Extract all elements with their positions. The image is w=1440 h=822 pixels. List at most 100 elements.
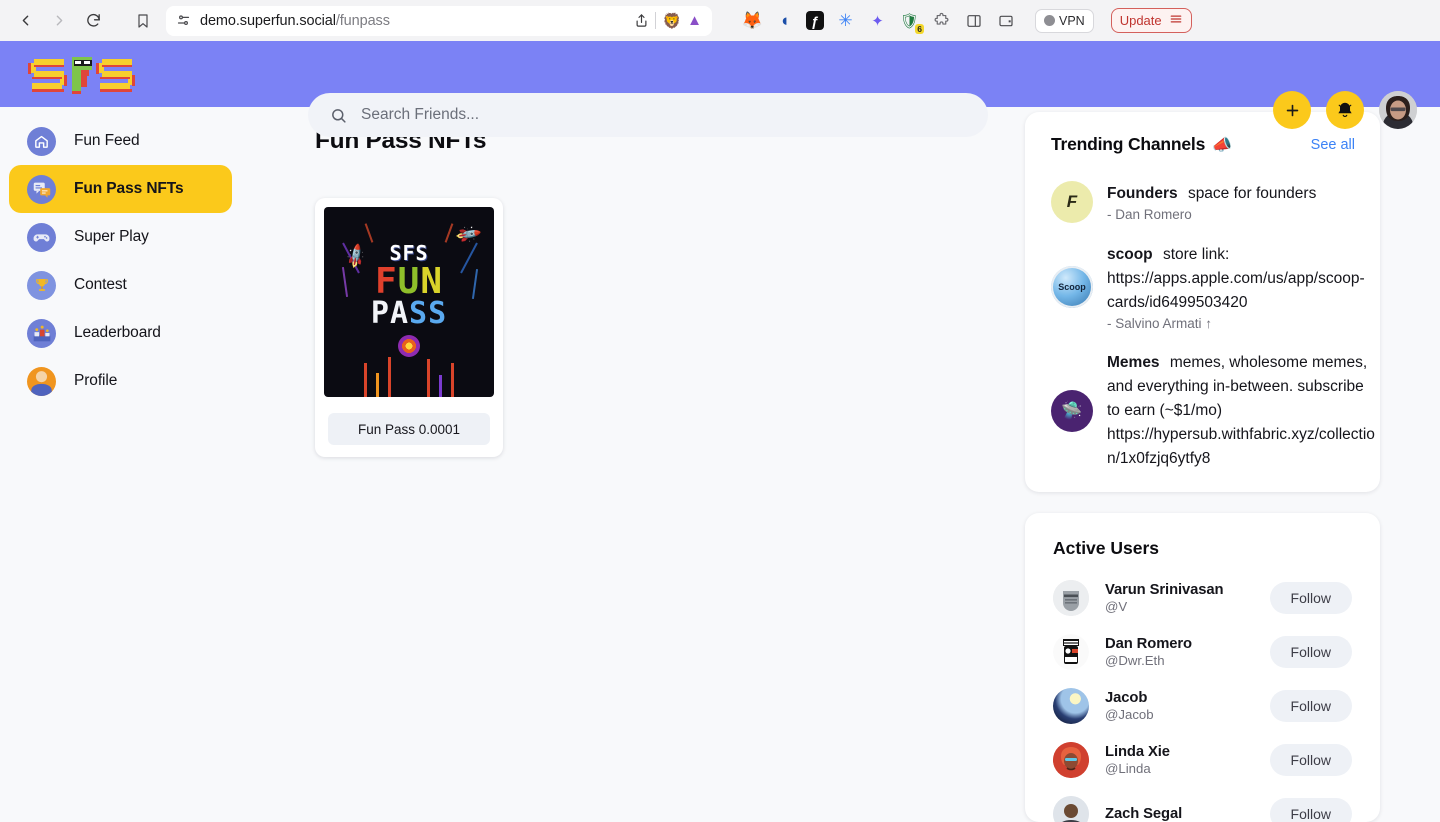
sidebar-item-fun-feed[interactable]: Fun Feed: [9, 117, 232, 165]
follow-button[interactable]: Follow: [1269, 636, 1352, 668]
update-label: Update: [1119, 13, 1162, 28]
puzzle-extensions-icon[interactable]: [931, 10, 952, 31]
sidebar-item-label: Fun Pass NFTs: [74, 180, 184, 197]
notifications-button[interactable]: [1326, 91, 1364, 129]
nft-art-top: SFS: [389, 241, 429, 266]
header-actions: [1273, 91, 1417, 129]
browser-toolbar: demo.superfun.social/funpass 🦁 ▲ 🦊 ◖ ƒ ✳…: [0, 0, 1440, 41]
metamask-icon[interactable]: 🦊: [742, 10, 763, 31]
sidebar-toggle-icon[interactable]: [963, 10, 984, 31]
channel-avatar-letter: 🛸: [1061, 401, 1083, 420]
sidebar-item-fun-pass-nfts[interactable]: Fun Pass NFTs: [9, 165, 232, 213]
user-info: Varun Srinivasan @V: [1105, 582, 1224, 614]
rocket-right-icon: 🚀: [453, 220, 482, 249]
user-row[interactable]: Jacob @Jacob Follow: [1025, 679, 1380, 733]
user-row[interactable]: Varun Srinivasan @V Follow: [1025, 571, 1380, 625]
vpn-button[interactable]: VPN: [1035, 8, 1094, 33]
sfs-logo[interactable]: [28, 51, 138, 97]
sidebar-item-contest[interactable]: Contest: [9, 261, 232, 309]
see-all-link[interactable]: See all: [1311, 137, 1355, 153]
user-list: Varun Srinivasan @V Follow Dan Romero @D…: [1025, 559, 1380, 822]
hamburger-menu-icon[interactable]: [1169, 12, 1183, 29]
sparkles-extension-icon[interactable]: ✦: [867, 10, 888, 31]
user-handle: @V: [1105, 599, 1128, 614]
frame-wallet-icon[interactable]: ƒ: [806, 11, 824, 30]
trending-channels-title: Trending Channels 📣: [1051, 134, 1232, 155]
share-icon[interactable]: [634, 13, 649, 28]
sidebar: Fun Feed Fun Pass NFTs Super Play Contes…: [0, 107, 250, 822]
channel-avatar-letter: F: [1066, 192, 1078, 211]
gamepad-icon: [27, 222, 56, 252]
channel-description: space for founders: [1187, 185, 1317, 202]
app-body: Fun Feed Fun Pass NFTs Super Play Contes…: [0, 107, 1440, 822]
nft-buy-button[interactable]: Fun Pass 0.0001: [328, 413, 490, 445]
megaphone-icon: 📣: [1212, 136, 1232, 154]
forward-arrow-icon[interactable]: [44, 6, 74, 36]
search-input[interactable]: Search Friends...: [308, 93, 988, 137]
user-row[interactable]: Dan Romero @Dwr.Eth Follow: [1025, 625, 1380, 679]
follow-button[interactable]: Follow: [1269, 744, 1352, 776]
user-info: Jacob @Jacob: [1105, 690, 1154, 722]
password-manager-icon[interactable]: 🛡 6: [899, 10, 924, 34]
follow-button[interactable]: Follow: [1269, 798, 1352, 822]
channel-text: Memes memes, wholesome memes, and everyt…: [1107, 351, 1380, 471]
memes-channel-avatar: 🛸: [1051, 390, 1093, 432]
follow-button[interactable]: Follow: [1269, 690, 1352, 722]
brave-shields-icon[interactable]: 🦁: [662, 12, 681, 30]
user-name: Linda Xie: [1105, 744, 1170, 760]
wallet-card-icon[interactable]: [995, 10, 1016, 31]
active-users-panel: Active Users Varun Srinivasan @V Follow …: [1025, 513, 1380, 822]
channel-list: F Founders space for founders - Dan Rome…: [1025, 155, 1380, 492]
sidebar-item-super-play[interactable]: Super Play: [9, 213, 232, 261]
sfs-logo-icon: [28, 57, 135, 94]
user-info: Zach Segal: [1105, 806, 1182, 822]
channel-text: scoop store link: https://apps.apple.com…: [1107, 243, 1380, 331]
avatar-image: [1379, 91, 1417, 129]
nft-grid: 🚀 🚀 SFS FUN PASS Fun Pass 0.0001: [315, 198, 1025, 457]
channel-author: - Salvino Armati ↑: [1107, 316, 1213, 331]
user-handle: @Dwr.Eth: [1105, 653, 1165, 668]
user-row[interactable]: Linda Xie @Linda Follow: [1025, 733, 1380, 787]
channel-row[interactable]: 🛸 Memes memes, wholesome memes, and ever…: [1025, 341, 1380, 481]
trending-title-text: Trending Channels: [1051, 134, 1206, 154]
vpn-status-icon: [1044, 15, 1055, 26]
follow-button[interactable]: Follow: [1269, 582, 1352, 614]
sidebar-item-profile[interactable]: Profile: [9, 357, 232, 405]
update-button[interactable]: Update: [1110, 8, 1192, 33]
channel-row[interactable]: Scoop scoop store link: https://apps.app…: [1025, 233, 1380, 341]
search-container: Search Friends...: [308, 93, 988, 137]
snowflake-extension-icon[interactable]: ✳: [835, 10, 856, 31]
sidebar-item-leaderboard[interactable]: Leaderboard: [9, 309, 232, 357]
person-icon: [27, 366, 56, 396]
channel-avatar-letter: Scoop: [1058, 282, 1086, 292]
right-rail: Trending Channels 📣 See all F Founders s…: [1025, 107, 1440, 822]
user-avatar[interactable]: [1379, 91, 1417, 129]
nft-card[interactable]: 🚀 🚀 SFS FUN PASS Fun Pass 0.0001: [315, 198, 503, 457]
zach-segal-avatar: [1053, 796, 1089, 822]
user-row[interactable]: Zach Segal Follow: [1025, 787, 1380, 822]
search-placeholder: Search Friends...: [361, 106, 480, 123]
create-button[interactable]: [1273, 91, 1311, 129]
brave-rewards-icon[interactable]: ▲: [687, 12, 702, 29]
search-icon: [330, 107, 347, 124]
reload-icon[interactable]: [78, 6, 108, 36]
channel-name: scoop: [1107, 246, 1153, 263]
user-handle: @Jacob: [1105, 707, 1154, 722]
channel-title-line: Memes memes, wholesome memes, and everyt…: [1107, 354, 1375, 467]
extension-badge-count: 6: [915, 24, 924, 34]
channel-name: Founders: [1107, 185, 1178, 202]
channel-row[interactable]: F Founders space for founders - Dan Rome…: [1025, 171, 1380, 233]
chat-bubbles-icon: [27, 174, 56, 204]
extension-icons: 🦊 ◖ ƒ ✳ ✦ 🛡 6 VPN Update: [742, 8, 1192, 34]
bell-icon: [1336, 101, 1354, 119]
back-arrow-icon[interactable]: [10, 6, 40, 36]
channel-title-line: Founders space for founders: [1107, 185, 1316, 202]
nft-art-bottom: PASS: [370, 296, 448, 332]
app-header: Search Friends...: [0, 41, 1440, 137]
sidebar-item-label: Profile: [74, 372, 118, 389]
nft-art-mid: FUN: [374, 261, 444, 303]
site-settings-icon[interactable]: [176, 13, 191, 28]
address-bar[interactable]: demo.superfun.social/funpass 🦁 ▲: [166, 5, 712, 36]
rainbow-wallet-icon[interactable]: ◖: [774, 10, 795, 31]
bookmark-icon[interactable]: [128, 6, 158, 36]
